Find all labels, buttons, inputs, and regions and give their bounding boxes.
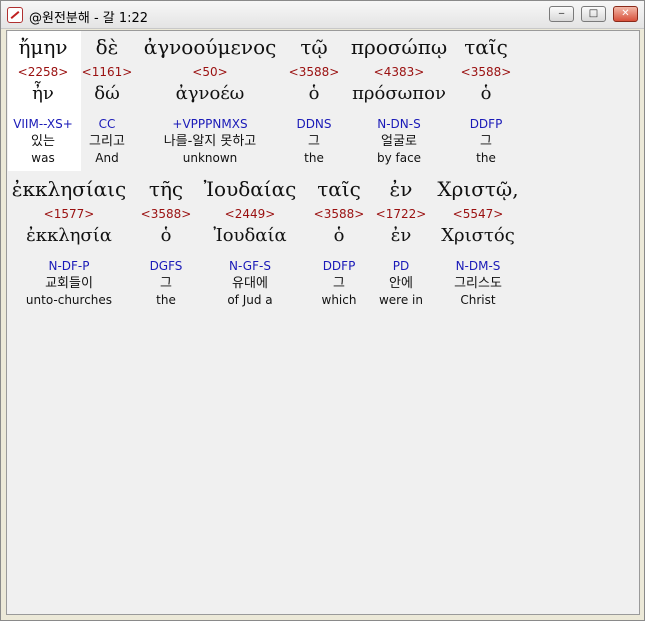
strong-number: <50>: [192, 65, 228, 79]
lemma: δώ: [94, 83, 120, 104]
lemma: ὁ: [160, 225, 172, 246]
word-block[interactable]: Χριστῷ, <5547> Χριστός N-DM-S 그리스도 Chris…: [431, 175, 525, 308]
korean-gloss: 그: [333, 276, 345, 291]
strong-number: <1577>: [43, 207, 95, 221]
greek-word: ταῖς: [317, 177, 361, 201]
interlinear-panel: ἤμην <2258> ἦν VIIM--XS+ 있는 was δὲ <1161…: [6, 30, 640, 615]
parsing-code: DDFP: [469, 117, 503, 131]
strong-number: <4383>: [373, 65, 425, 79]
korean-gloss: 안에: [389, 276, 413, 291]
english-gloss: Christ: [460, 293, 496, 307]
parsing-code: CC: [98, 117, 116, 131]
parsing-code: N-DN-S: [377, 117, 421, 131]
maximize-button[interactable]: □: [581, 6, 606, 22]
lemma: Χριστός: [441, 225, 515, 246]
english-gloss: the: [476, 151, 496, 165]
word-block[interactable]: ταῖς <3588> ὁ DDFP 그 which: [307, 175, 371, 308]
word-block[interactable]: ἐν <1722> ἐν PD 안에 were in: [373, 175, 429, 308]
english-gloss: was: [31, 151, 55, 165]
english-gloss: by face: [376, 151, 422, 165]
greek-word: ἐν: [389, 177, 413, 201]
word-block[interactable]: δὲ <1161> δώ CC 그리고 And: [79, 33, 135, 166]
english-gloss: of Jud a: [227, 293, 273, 307]
strong-number: <3588>: [313, 207, 365, 221]
parsing-code: VIIM--XS+: [13, 117, 73, 131]
parsing-code: N-GF-S: [229, 259, 271, 273]
strong-number: <3588>: [140, 207, 192, 221]
greek-word: τῆς: [148, 177, 184, 201]
greek-word: δὲ: [95, 35, 119, 59]
greek-word: ἐκκλησίαις: [11, 177, 127, 201]
english-gloss: which: [321, 293, 357, 307]
lemma: ὁ: [480, 83, 492, 104]
word-block[interactable]: τῷ <3588> ὁ DDNS 그 the: [283, 33, 345, 166]
greek-word: Ἰουδαίας: [203, 177, 297, 201]
strong-number: <2449>: [224, 207, 276, 221]
word-block[interactable]: ἀγνοούμενος <50> ἀγνοέω +VPPPNMXS 나를-알지 …: [139, 33, 281, 166]
word-block[interactable]: Ἰουδαίας <2449> Ἰουδαία N-GF-S 유대에 of Ju…: [199, 175, 301, 308]
greek-word: ἤμην: [18, 35, 68, 59]
korean-gloss: 그리스도: [454, 276, 502, 291]
korean-gloss: 교회들이: [45, 276, 93, 291]
minimize-button[interactable]: ‒: [549, 6, 574, 22]
greek-word: ἀγνοούμενος: [143, 35, 277, 59]
strong-number: <3588>: [288, 65, 340, 79]
korean-gloss: 그리고: [89, 134, 125, 149]
english-gloss: were in: [378, 293, 423, 307]
word-block[interactable]: προσώπῳ <4383> πρόσωπον N-DN-S 얼굴로 by fa…: [347, 33, 451, 166]
word-block[interactable]: ταῖς <3588> ὁ DDFP 그 the: [453, 33, 519, 166]
korean-gloss: 그: [480, 134, 492, 149]
strong-number: <5547>: [452, 207, 504, 221]
parsing-code: N-DF-P: [48, 259, 90, 273]
word-block[interactable]: ἐκκλησίαις <1577> ἐκκλησία N-DF-P 교회들이 u…: [7, 175, 131, 308]
word-block[interactable]: ἤμην <2258> ἦν VIIM--XS+ 있는 was: [7, 33, 79, 166]
lemma: Ἰουδαία: [213, 225, 287, 246]
parsing-code: DDFP: [322, 259, 356, 273]
korean-gloss: 나를-알지 못하고: [163, 134, 257, 149]
korean-gloss: 그: [160, 276, 172, 291]
window-title: @원전분해 - 갈 1:22: [29, 11, 149, 26]
app-window: @원전분해 - 갈 1:22 ‒ □ ✕ ἤμην <2258> ἦν VIIM…: [0, 0, 645, 621]
strong-number: <1722>: [375, 207, 427, 221]
strong-number: <2258>: [17, 65, 69, 79]
parsing-code: DDNS: [296, 117, 332, 131]
greek-word: ταῖς: [464, 35, 508, 59]
lemma: ὁ: [308, 83, 320, 104]
close-button[interactable]: ✕: [613, 6, 638, 22]
korean-gloss: 얼굴로: [381, 134, 417, 149]
lemma: ὁ: [333, 225, 345, 246]
word-block[interactable]: τῆς <3588> ὁ DGFS 그 the: [135, 175, 197, 308]
english-gloss: unto-churches: [25, 293, 113, 307]
app-icon[interactable]: [7, 7, 23, 23]
english-gloss: And: [95, 151, 119, 165]
parsing-code: DGFS: [149, 259, 183, 273]
english-gloss: the: [304, 151, 324, 165]
greek-word: προσώπῳ: [350, 35, 448, 59]
lemma: ἐν: [390, 225, 412, 246]
english-gloss: the: [156, 293, 176, 307]
greek-word: Χριστῷ,: [437, 177, 519, 201]
lemma: πρόσωπον: [352, 83, 446, 104]
parsing-code: +VPPPNMXS: [172, 117, 248, 131]
lemma: ἐκκλησία: [26, 225, 112, 246]
korean-gloss: 유대에: [232, 276, 268, 291]
parsing-code: N-DM-S: [455, 259, 501, 273]
korean-gloss: 그: [308, 134, 320, 149]
parsing-code: PD: [392, 259, 410, 273]
strong-number: <1161>: [81, 65, 133, 79]
english-gloss: unknown: [182, 151, 238, 165]
korean-gloss: 있는: [31, 134, 55, 149]
title-bar[interactable]: @원전분해 - 갈 1:22 ‒ □ ✕: [1, 1, 644, 29]
lemma: ἦν: [32, 83, 54, 104]
strong-number: <3588>: [460, 65, 512, 79]
greek-word: τῷ: [300, 35, 328, 59]
lemma: ἀγνοέω: [175, 83, 245, 104]
